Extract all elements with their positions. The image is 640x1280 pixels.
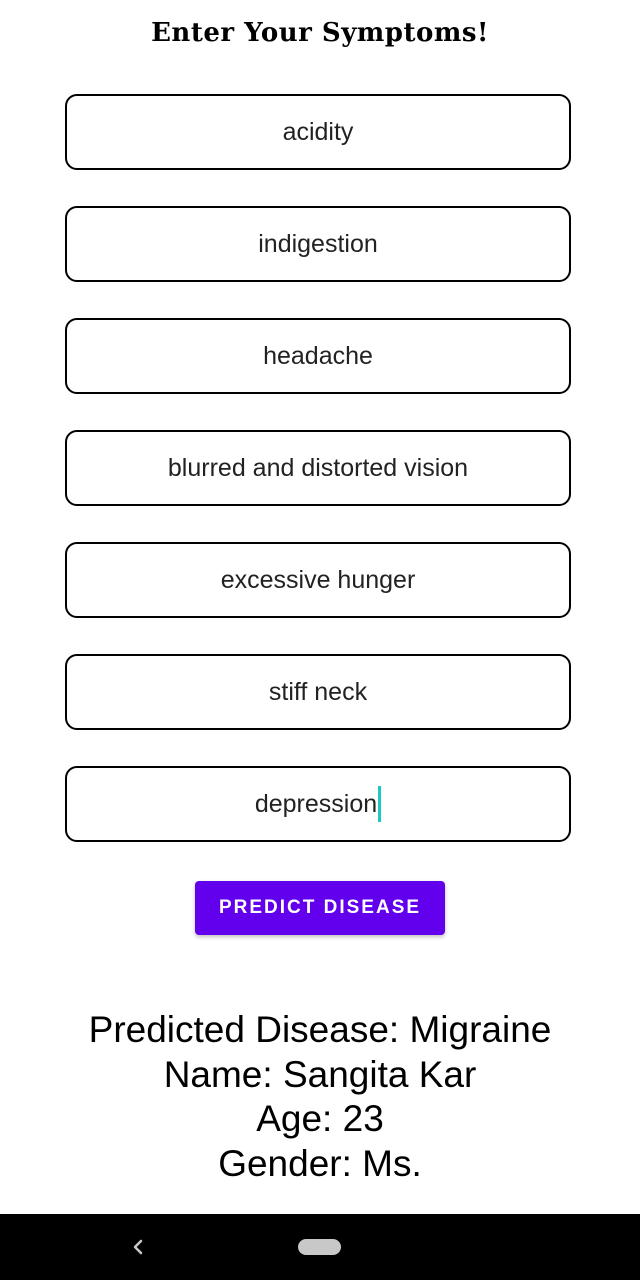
back-chevron-icon[interactable] [128, 1234, 148, 1260]
symptom-input-2-text: indigestion [258, 229, 378, 258]
prediction-result: Predicted Disease: Migraine Name: Sangit… [0, 1008, 640, 1186]
page-title: Enter Your Symptoms! [151, 18, 489, 48]
symptom-input-7-wrap: depression [254, 786, 382, 822]
text-cursor [378, 786, 382, 822]
symptom-input-4-text: blurred and distorted vision [167, 453, 469, 482]
symptom-input-3-text: headache [263, 341, 373, 370]
symptom-input-2[interactable]: indigestion [65, 206, 571, 282]
symptom-input-6[interactable]: stiff neck [65, 654, 571, 730]
patient-name-text: Name: Sangita Kar [163, 1053, 477, 1095]
symptom-input-7-text: depression [254, 789, 378, 818]
predict-disease-button[interactable]: PREDICT DISEASE [195, 881, 445, 935]
symptom-input-3[interactable]: headache [65, 318, 571, 394]
system-navigation-bar [0, 1214, 640, 1280]
symptom-input-5-text: excessive hunger [220, 565, 416, 594]
symptom-input-6-text: stiff neck [268, 677, 368, 706]
symptom-input-4[interactable]: blurred and distorted vision [65, 430, 571, 506]
symptom-input-1-text: acidity [282, 117, 354, 146]
symptom-input-5[interactable]: excessive hunger [65, 542, 571, 618]
symptom-input-7[interactable]: depression [65, 766, 571, 842]
patient-gender-text: Gender: Ms. [218, 1142, 422, 1184]
patient-age-text: Age: 23 [256, 1098, 384, 1139]
predicted-disease-text: Predicted Disease: Migraine [88, 1009, 552, 1050]
home-pill-icon[interactable] [298, 1239, 341, 1255]
symptom-input-1[interactable]: acidity [65, 94, 571, 170]
